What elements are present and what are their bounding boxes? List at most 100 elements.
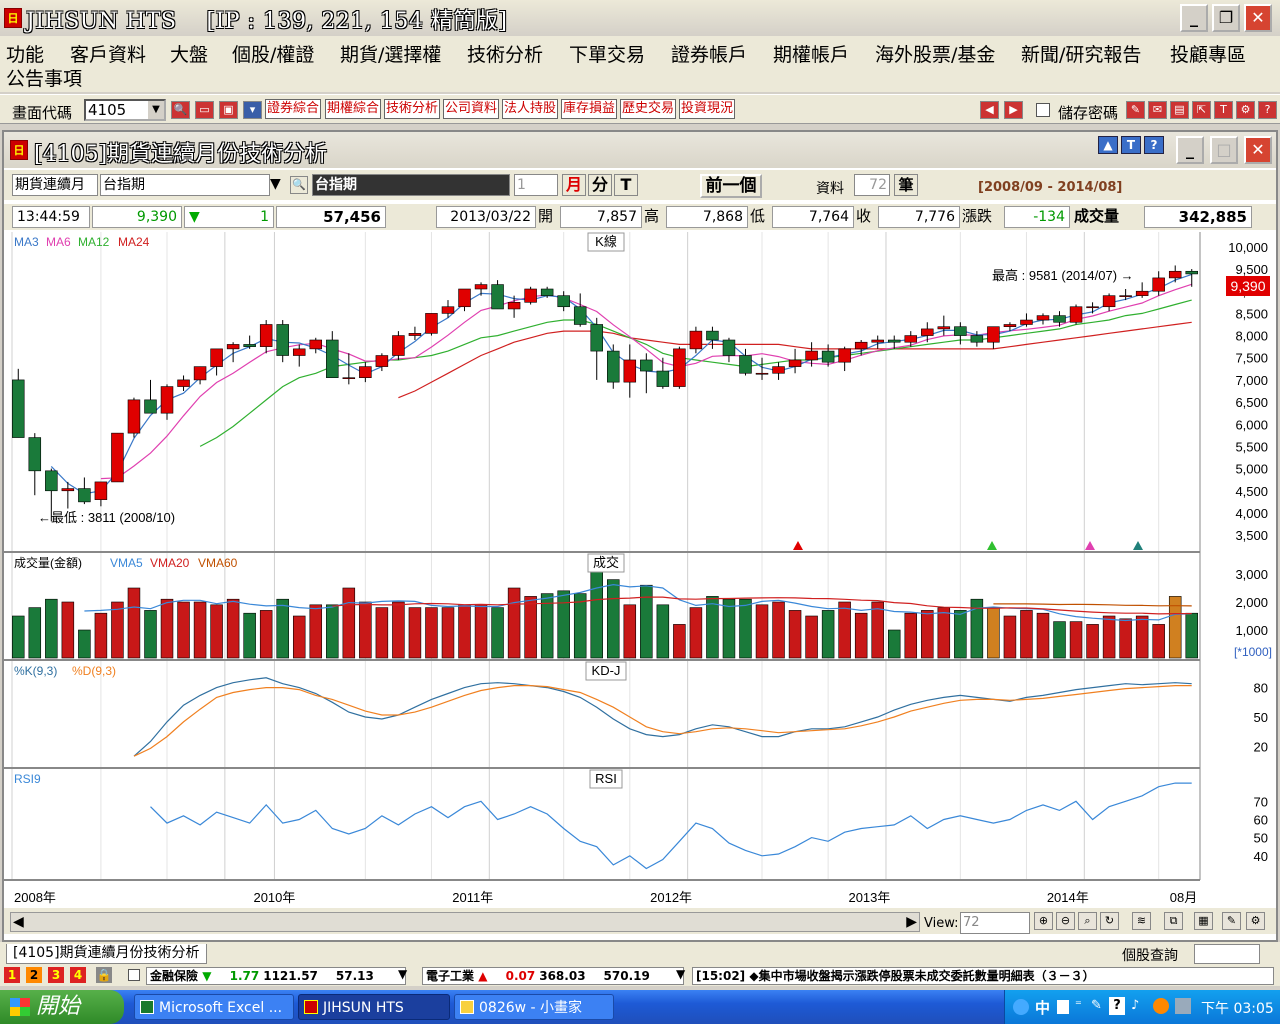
text-size-icon[interactable]: T [1121,136,1141,154]
pen-icon[interactable]: ✎ [1126,101,1145,119]
menu-announcements[interactable]: 公告事項 [6,64,82,91]
menu-function[interactable]: 功能 [6,40,44,67]
search-icon[interactable]: 🔍 [171,101,190,119]
task-jihsun[interactable]: JIHSUN HTS [298,994,450,1020]
draw-icon[interactable]: ✎ [1222,912,1241,930]
child-maximize-button[interactable]: □ [1210,136,1238,164]
menu-market[interactable]: 大盤 [170,40,208,67]
settings-icon[interactable]: ⚙ [1236,101,1255,119]
volume-bar [937,607,951,659]
ime-punct-icon[interactable]: ⁼ [1075,998,1082,1013]
network-icon[interactable] [1013,999,1029,1015]
window-icon[interactable]: ▣ [219,101,238,119]
minimize-button[interactable]: _ [1180,4,1208,32]
maximize-button[interactable]: ❐ [1212,4,1240,32]
candle-body [739,355,752,374]
triangle-up-icon[interactable]: ▲ [1098,136,1118,154]
layout-icon[interactable]: ▦ [1194,912,1213,930]
indicator-icon[interactable]: ≋ [1132,912,1151,930]
child-minimize-button[interactable]: _ [1176,136,1204,164]
magnify-icon[interactable]: ⌕ [1078,912,1097,930]
shortcut-company[interactable]: 公司資料 [443,99,500,119]
shortcut-options[interactable]: 期權綜合 [325,99,382,119]
ime-indicator[interactable]: 中 [1035,997,1050,1018]
ticker-electronics-dropdown-icon[interactable]: ▼ [676,967,685,981]
folder-icon[interactable]: ▭ [195,101,214,119]
close-button[interactable]: ✕ [1244,4,1272,32]
menu-advisor[interactable]: 投顧專區 [1170,40,1246,67]
symbol-dropdown-icon[interactable]: ▼ [270,176,281,192]
status-tab-1[interactable]: 1 [4,967,20,983]
help-icon[interactable]: ? [1258,101,1277,119]
chart-settings-icon[interactable]: ⚙ [1246,912,1265,930]
data-count-input[interactable]: 72 [854,174,890,196]
question-icon[interactable]: ? [1144,136,1164,154]
arrow-right-icon[interactable]: ▶ [1004,101,1023,119]
menu-news[interactable]: 新聞/研究報告 [1021,40,1141,67]
shortcut-inventory[interactable]: 庫存損益 [561,99,618,119]
window-tile-icon[interactable]: ⧉ [1164,912,1183,930]
k-ytick-label: 10,000 [1228,240,1268,255]
symbol-search-icon[interactable]: 🔍 [290,176,308,194]
symbol-select[interactable]: 台指期 [100,174,270,196]
volume-bar [127,587,141,659]
shortcut-technical[interactable]: 技術分析 [384,99,441,119]
ime-settings-icon[interactable]: ✎ [1091,998,1102,1013]
task-paint[interactable]: 0826w - 小畫家 [454,994,614,1020]
status-tab-2[interactable]: 2 [26,967,42,983]
prev-button[interactable]: 前一個 [700,174,762,198]
text-icon[interactable]: T [1214,101,1233,119]
menu-overseas[interactable]: 海外股票/基金 [875,40,995,67]
exit-icon[interactable]: ⇱ [1192,101,1211,119]
tray-app-icon[interactable] [1153,998,1169,1014]
arrow-left-icon[interactable]: ◀ [980,101,999,119]
menu-futures-account[interactable]: 期權帳戶 [773,40,849,67]
task-excel[interactable]: Microsoft Excel ... [134,994,294,1020]
candle-body [1036,315,1050,321]
zoom-out-icon[interactable]: ⊖ [1056,912,1075,930]
status-tab-3[interactable]: 3 [48,967,64,983]
tab-4105[interactable]: [4105]期貨連續月份技術分析 [6,944,207,964]
chevron-down-icon[interactable]: ▼ [148,101,164,119]
scroll-right-icon[interactable]: ▶ [906,914,917,930]
status-tab-4[interactable]: 4 [70,967,86,983]
ime-help-icon[interactable]: ? [1109,997,1125,1015]
menu-client-data[interactable]: 客戶資料 [70,40,146,67]
type-select[interactable]: 期貨連續月 [12,174,98,196]
volume-icon[interactable]: ♪ [1131,998,1139,1013]
code-input[interactable]: 4105 ▼ [84,99,166,121]
refresh-icon[interactable]: ↻ [1100,912,1119,930]
chart-scrollbar[interactable]: ◀ ▶ [10,912,920,932]
ticker-finance-dropdown-icon[interactable]: ▼ [398,967,407,981]
shortcut-history[interactable]: 歷史交易 [620,99,677,119]
zoom-in-icon[interactable]: ⊕ [1034,912,1053,930]
shortcut-investment[interactable]: 投資現況 [679,99,736,119]
menu-technical[interactable]: 技術分析 [467,40,543,67]
stock-query-input[interactable] [1194,944,1260,964]
chart-area[interactable]: 10,0009,5009,0008,5008,0007,5007,0006,50… [4,232,1276,908]
news-ticker[interactable]: [15:02] ◆集中市場收盤揭示漲跌停股票未成交委託數量明細表（３－３） [692,967,1274,985]
menu-order[interactable]: 下單交易 [569,40,645,67]
menu-futures[interactable]: 期貨/選擇權 [340,40,441,67]
save-password-checkbox[interactable] [1036,103,1050,117]
period-input[interactable]: 1 [514,174,558,196]
lock-icon[interactable]: 🔒 [96,967,112,983]
menu-securities-account[interactable]: 證券帳戶 [671,40,747,67]
shortcut-securities[interactable]: 證券綜合 [265,99,322,119]
status-checkbox[interactable] [128,969,140,981]
tray-network-icon[interactable] [1175,998,1191,1014]
dropdown-icon[interactable]: ▾ [243,101,262,119]
child-close-button[interactable]: ✕ [1244,136,1272,164]
view-input[interactable]: 72 [960,912,1030,934]
scroll-left-icon[interactable]: ◀ [13,914,24,930]
vol-legend-main: 成交量(金額) [14,555,82,570]
shortcut-institutional[interactable]: 法人持股 [502,99,559,119]
mail-icon[interactable]: ✉ [1148,101,1167,119]
period-month-button[interactable]: 月 [562,174,586,196]
period-tick-button[interactable]: T [614,174,638,196]
period-minute-button[interactable]: 分 [588,174,612,196]
volume-bar [722,598,736,659]
ime-mode-icon[interactable] [1057,1000,1069,1014]
menu-stocks[interactable]: 個股/權證 [232,40,314,67]
print-icon[interactable]: ▤ [1170,101,1189,119]
